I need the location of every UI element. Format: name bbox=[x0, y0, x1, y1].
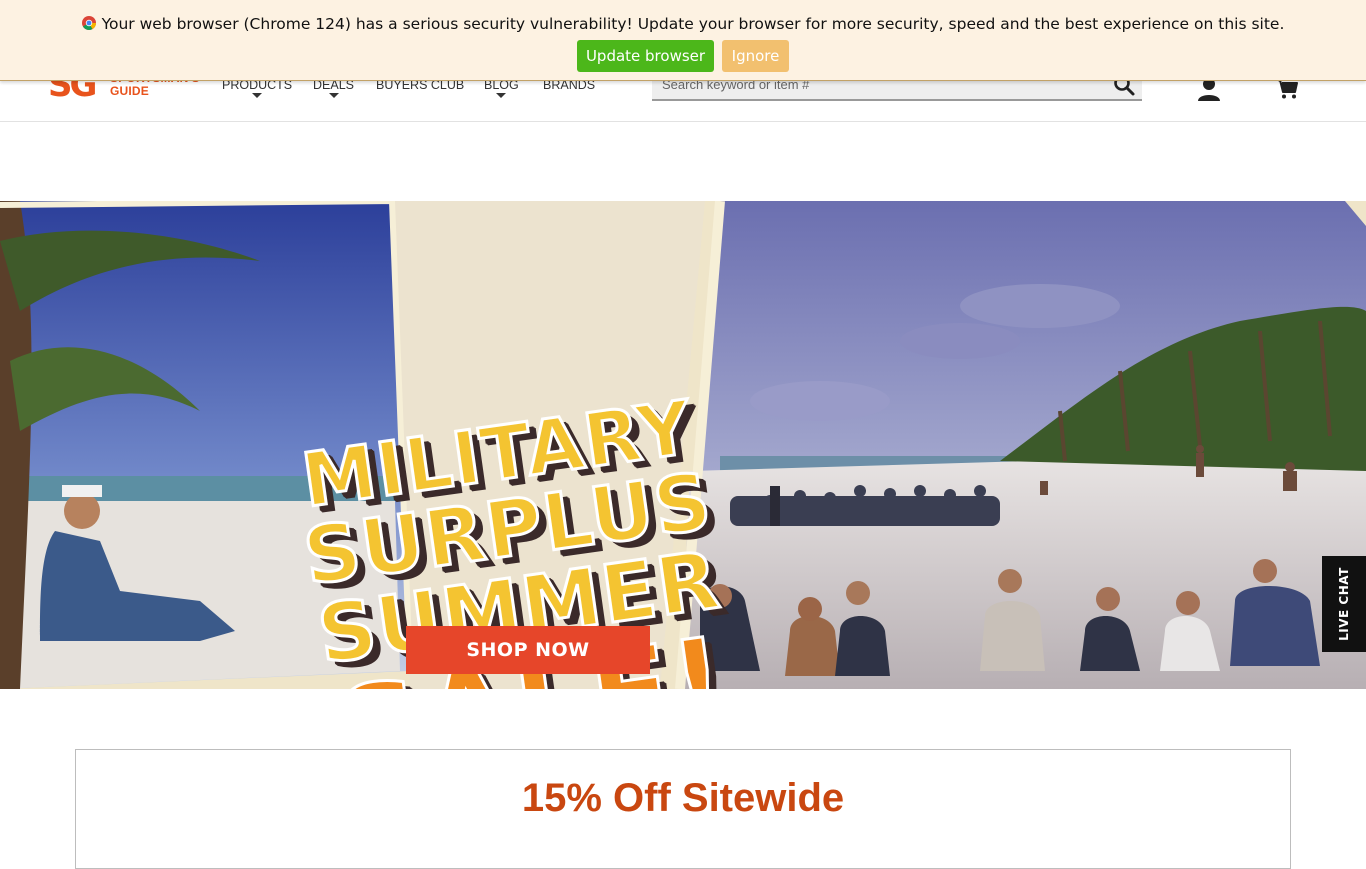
live-chat-tab[interactable]: LIVE CHAT bbox=[1322, 556, 1366, 652]
hero-banner[interactable]: MILITARY SURPLUS SUMMER SALE! bbox=[0, 201, 1366, 689]
live-chat-label: LIVE CHAT bbox=[1337, 567, 1351, 641]
browser-update-banner: Your web browser (Chrome 124) has a seri… bbox=[0, 0, 1366, 81]
logo-text-line2: GUIDE bbox=[110, 84, 150, 98]
caret-down-icon bbox=[328, 93, 339, 98]
promo-heading: 15% Off Sitewide bbox=[521, 776, 845, 820]
update-browser-button[interactable]: Update browser bbox=[577, 40, 714, 72]
chrome-icon bbox=[81, 16, 96, 30]
caret-down-icon bbox=[252, 93, 263, 98]
shop-now-button[interactable]: SHOP NOW bbox=[406, 626, 650, 674]
cart-icon[interactable] bbox=[1275, 78, 1299, 100]
caret-down-icon bbox=[496, 93, 507, 98]
update-message: Your web browser (Chrome 124) has a seri… bbox=[101, 15, 1285, 33]
update-message-row: Your web browser (Chrome 124) has a seri… bbox=[0, 15, 1366, 33]
ignore-button[interactable]: Ignore bbox=[722, 40, 789, 72]
promo-section: 15% Off Sitewide bbox=[75, 749, 1291, 869]
